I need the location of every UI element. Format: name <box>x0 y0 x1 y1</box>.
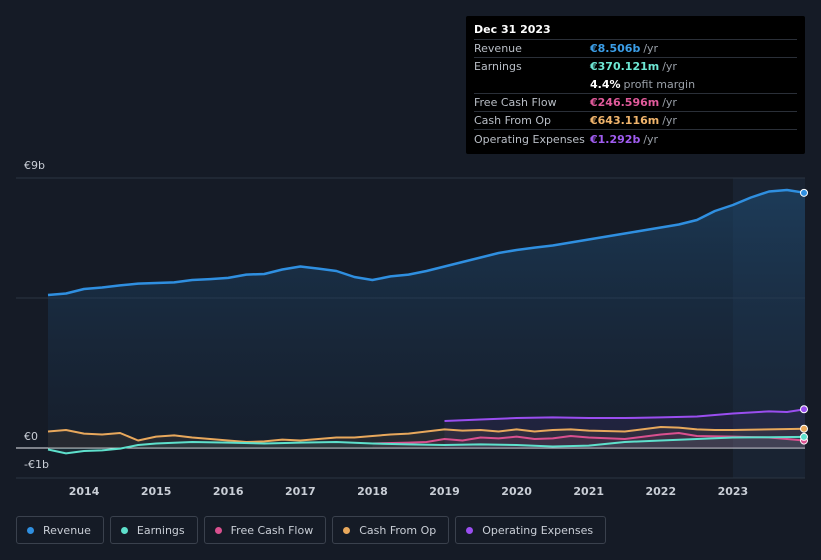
tooltip-row-unit: /yr <box>662 96 677 110</box>
legend-dot-icon <box>27 526 34 534</box>
tooltip-row-value: €370.121m <box>590 60 660 74</box>
x-tick-label: 2016 <box>213 485 244 498</box>
legend-item-operating-expenses[interactable]: Operating Expenses <box>455 516 607 544</box>
tooltip-row: Revenue €8.506b/yr <box>474 39 797 57</box>
tooltip-date: Dec 31 2023 <box>474 23 551 36</box>
legend-label: Operating Expenses <box>482 523 594 537</box>
x-tick-label: 2018 <box>357 485 388 498</box>
legend-dot-icon <box>466 526 474 534</box>
tooltip-row-unit: /yr <box>643 42 659 56</box>
tooltip-row: Operating Expenses €1.292b/yr <box>474 129 797 147</box>
x-tick-label: 2021 <box>573 485 604 498</box>
legend-label: Free Cash Flow <box>230 523 314 537</box>
x-tick-label: 2017 <box>285 485 316 498</box>
legend-item-revenue[interactable]: Revenue <box>16 516 104 544</box>
legend-item-cash-from-op[interactable]: Cash From Op <box>332 516 450 544</box>
y-tick-label: €9b <box>24 159 45 172</box>
tooltip: Dec 31 2023 Revenue €8.506b/yr Earnings €37… <box>466 16 805 154</box>
tooltip-row-unit: profit margin <box>623 77 696 91</box>
tooltip-row-unit: /yr <box>662 60 677 74</box>
tooltip-row: Cash From Op €643.116m/yr <box>474 111 797 129</box>
tooltip-row: Free Cash Flow €246.596m/yr <box>474 92 797 111</box>
tooltip-row-label: Earnings <box>474 60 522 74</box>
legend-label: Revenue <box>43 523 91 537</box>
tooltip-row-label: Cash From Op <box>474 114 552 128</box>
legend-item-free-cash-flow[interactable]: Free Cash Flow <box>203 516 327 544</box>
tooltip-row: 4.4% profit margin <box>474 76 797 93</box>
tooltip-row-label: Free Cash Flow <box>474 96 557 110</box>
tooltip-row-value: €8.506b <box>590 42 641 56</box>
series-end-point-revenue <box>800 188 808 197</box>
y-tick-label: €0 <box>24 430 38 443</box>
tooltip-row-value: €643.116m <box>590 114 660 128</box>
tooltip-row: Earnings €370.121m/yr <box>474 57 797 75</box>
series-end-point-earnings <box>800 432 808 441</box>
tooltip-row-unit: /yr <box>662 114 677 128</box>
tooltip-row-unit: /yr <box>643 132 659 146</box>
x-tick-label: 2014 <box>69 485 100 498</box>
tooltip-row-value: 4.4% <box>590 77 621 91</box>
tooltip-row-value: €246.596m <box>590 96 660 110</box>
legend-label: Cash From Op <box>359 523 437 537</box>
series-end-point-cash-from-op <box>800 424 808 433</box>
legend-dot-icon <box>214 526 222 534</box>
legend-dot-icon <box>120 526 128 534</box>
legend-label: Earnings <box>136 523 185 537</box>
x-tick-label: 2015 <box>141 485 172 498</box>
series-end-point-operating-expenses <box>800 405 808 414</box>
legend: Revenue Earnings Free Cash Flow Cash From O… <box>16 516 607 546</box>
tooltip-row-label: Operating Expenses <box>474 132 585 146</box>
x-tick-label: 2019 <box>429 485 460 498</box>
x-tick-label: 2020 <box>501 485 532 498</box>
series-area-revenue <box>48 190 805 448</box>
legend-dot-icon <box>343 526 351 534</box>
legend-item-earnings[interactable]: Earnings <box>109 516 198 544</box>
x-tick-label: 2023 <box>718 485 749 498</box>
tooltip-row-label: Revenue <box>474 42 522 56</box>
tooltip-row-value: €1.292b <box>590 132 641 146</box>
x-tick-label: 2022 <box>645 485 676 498</box>
y-tick-label: -€1b <box>24 458 49 471</box>
